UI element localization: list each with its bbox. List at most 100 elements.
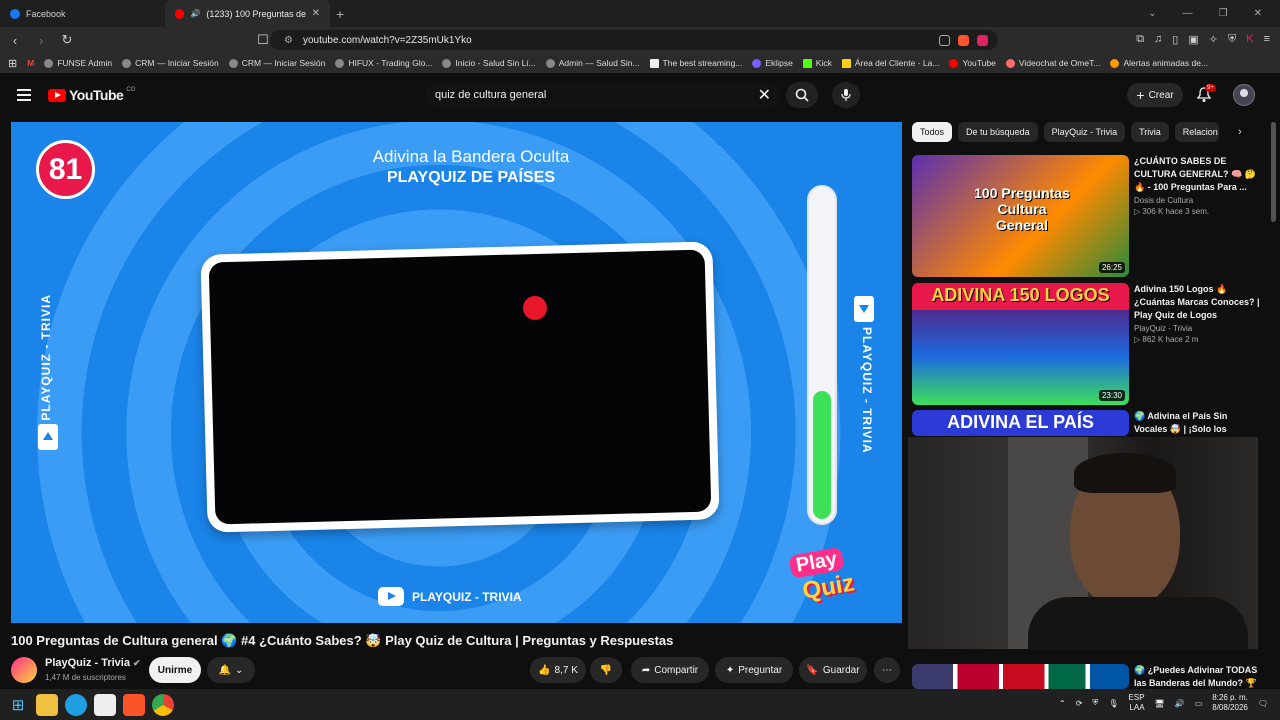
reload-icon[interactable]: ↻ xyxy=(60,32,74,48)
voice-search-button[interactable] xyxy=(832,82,860,108)
join-button[interactable]: Unirme xyxy=(149,657,201,683)
save-button[interactable]: 🔖 Guardar xyxy=(799,657,867,683)
chevron-right-icon[interactable]: › xyxy=(1238,126,1242,138)
windows-start-icon[interactable]: ⊞ xyxy=(7,694,29,716)
search-button[interactable] xyxy=(786,82,818,108)
youtube-logo[interactable]: YouTube CO xyxy=(48,87,135,103)
recommendation-item[interactable]: ADIVINA 150 LOGOS 23:30 Adivina 150 Logo… xyxy=(912,283,1270,405)
close-tab-icon[interactable]: ✕ xyxy=(312,8,320,19)
globe-icon xyxy=(335,58,345,68)
video-thumbnail[interactable] xyxy=(912,664,1129,689)
battery-icon[interactable]: ▭ xyxy=(1195,699,1203,708)
channel-avatar[interactable] xyxy=(11,657,37,683)
url-bar[interactable]: ⚙ youtube.com/watch?v=2Z35mUk1Yko xyxy=(270,30,998,50)
bookmark-item[interactable]: Área del Cliente - La... xyxy=(841,58,939,68)
edge-icon[interactable] xyxy=(65,693,87,716)
bookmark-item[interactable]: YouTube xyxy=(949,58,996,68)
new-tab-button[interactable]: + xyxy=(336,6,344,22)
subscribed-bell-button[interactable]: 🔔 ⌄ xyxy=(207,657,255,683)
recommendation-item[interactable]: ADIVINA EL PAÍS 🌍 Adivina el País Sin Vo… xyxy=(912,410,1270,436)
facebook-icon xyxy=(10,8,20,19)
menu-icon[interactable]: ≡ xyxy=(1264,33,1270,46)
store-icon[interactable] xyxy=(94,693,116,716)
dislike-button[interactable]: 👎 xyxy=(590,657,622,683)
chip-trivia[interactable]: Trivia xyxy=(1131,122,1169,142)
like-button[interactable]: 👍 8,7 K xyxy=(530,657,586,683)
bookmark-item[interactable]: Admin — Salud Sin... xyxy=(545,58,640,68)
bookmark-item[interactable]: CRM — Iniciar Sesión xyxy=(122,58,219,68)
bookmark-icon[interactable]: ☐ xyxy=(256,32,270,48)
sync-icon[interactable]: ⟳ xyxy=(1076,699,1083,708)
recommendation-info: 🌍 ¿Puedes Adivinar TODAS las Banderas de… xyxy=(1134,664,1262,689)
bookmark-item[interactable]: The best streaming... xyxy=(649,58,742,68)
chevron-down-icon[interactable]: ⌄ xyxy=(1148,8,1156,19)
shield-icon[interactable]: ⛨ xyxy=(1092,698,1098,708)
tab-facebook[interactable]: Facebook xyxy=(0,0,165,27)
video-thumbnail[interactable]: 100 Preguntas Cultura General 26:25 xyxy=(912,155,1129,277)
recommendation-item[interactable]: 100 Preguntas Cultura General 26:25 ¿CUÁ… xyxy=(912,155,1270,277)
leo-icon[interactable]: ✧ xyxy=(1209,33,1218,46)
file-explorer-icon[interactable] xyxy=(36,693,58,716)
ask-button[interactable]: ✦ Preguntar xyxy=(715,657,793,683)
recommendation-item[interactable]: 🌍 ¿Puedes Adivinar TODAS las Banderas de… xyxy=(912,664,1270,689)
clear-search-icon[interactable]: ✕ xyxy=(758,85,771,105)
site-settings-icon[interactable]: ⚙ xyxy=(284,35,293,46)
clock[interactable]: 8:26 p. m. 8/08/2026 xyxy=(1212,693,1248,713)
globe-icon xyxy=(545,58,555,68)
profile-icon[interactable]: K xyxy=(1246,33,1253,46)
page-scrollbar[interactable] xyxy=(1271,122,1276,222)
brave-rewards-icon[interactable] xyxy=(977,34,988,46)
cast-icon[interactable] xyxy=(939,34,950,46)
chrome-icon[interactable] xyxy=(152,693,174,716)
window-controls: ⌄ — ❐ ✕ xyxy=(1148,8,1280,19)
extensions-icon[interactable]: ⧉ xyxy=(1136,33,1144,46)
vpn-icon[interactable]: ⛨ xyxy=(1228,33,1236,46)
account-avatar[interactable] xyxy=(1233,84,1255,106)
bookmark-item[interactable]: HIFUX - Trading Glo... xyxy=(335,58,432,68)
gmail-icon[interactable]: M xyxy=(27,58,34,68)
bookmark-item[interactable]: CRM — Iniciar Sesión xyxy=(228,58,325,68)
bookmark-item[interactable]: Videochat de OmeT... xyxy=(1005,58,1100,68)
more-actions-button[interactable]: ⋯ xyxy=(874,657,900,683)
tab-youtube[interactable]: 🔊 (1233) 100 Preguntas de Cult... ✕ xyxy=(165,0,330,27)
brave-icon[interactable] xyxy=(123,693,145,716)
volume-icon[interactable]: 🔊 xyxy=(1175,699,1185,708)
bookmark-item[interactable]: FUNSE Admin xyxy=(44,58,112,68)
apps-grid-icon[interactable]: ⊞ xyxy=(8,57,17,70)
mic-tray-icon[interactable]: 🎙 xyxy=(1108,699,1118,708)
minimize-button[interactable]: — xyxy=(1183,8,1193,19)
system-tray: ⌃ ⟳ ⛨ 🎙 ESP LAA 🖥 🔊 ▭ 8:26 p. m. 8/08/2026… xyxy=(1059,693,1268,713)
create-button[interactable]: + Crear xyxy=(1127,83,1183,107)
maximize-button[interactable]: ❐ xyxy=(1219,8,1228,19)
brave-shield-icon[interactable] xyxy=(958,34,969,46)
video-thumbnail[interactable]: ADIVINA EL PAÍS xyxy=(912,410,1129,436)
close-window-button[interactable]: ✕ xyxy=(1254,8,1262,19)
share-button[interactable]: ➦ Compartir xyxy=(631,657,709,683)
chip-playquiz[interactable]: PlayQuiz - Trivia xyxy=(1043,122,1126,142)
bookmark-item[interactable]: Kick xyxy=(802,58,832,68)
chip-de-tu-busqueda[interactable]: De tu búsqueda xyxy=(958,122,1038,142)
chevron-up-icon[interactable]: ⌃ xyxy=(1059,699,1066,708)
notification-center-icon[interactable]: 🗨 xyxy=(1258,699,1268,708)
sparkle-icon: ✦ xyxy=(725,664,735,676)
channel-name[interactable]: PlayQuiz - Trivia ✔ xyxy=(45,657,141,669)
wallet-icon[interactable]: ▣ xyxy=(1188,33,1198,46)
video-duration: 26:25 xyxy=(1098,262,1125,273)
forward-icon[interactable]: › xyxy=(34,33,48,48)
bookmark-item[interactable]: Eklipse xyxy=(752,58,793,68)
video-player[interactable]: 81 Adivina la Bandera Oculta PLAYQUIZ DE… xyxy=(11,122,902,623)
video-thumbnail[interactable]: ADIVINA 150 LOGOS 23:30 xyxy=(912,283,1129,405)
globe-icon xyxy=(228,58,238,68)
search-input[interactable]: quiz de cultura general ✕ xyxy=(425,82,781,108)
youtube-icon xyxy=(175,8,185,19)
network-icon[interactable]: 🖥 xyxy=(1155,699,1165,708)
hamburger-menu-icon[interactable] xyxy=(17,89,31,104)
media-icon[interactable]: ♫ xyxy=(1154,33,1162,46)
back-icon[interactable]: ‹ xyxy=(8,33,22,48)
chip-relacionados[interactable]: Relacion xyxy=(1174,122,1219,142)
bookmark-item[interactable]: Inicio - Salud Sin Lí... xyxy=(442,58,536,68)
chip-todos[interactable]: Todos xyxy=(912,122,953,142)
bookmark-item[interactable]: Alertas animadas de... xyxy=(1110,58,1208,68)
sidebar-icon[interactable]: ▯ xyxy=(1172,33,1178,46)
language-indicator[interactable]: ESP LAA xyxy=(1129,693,1145,713)
